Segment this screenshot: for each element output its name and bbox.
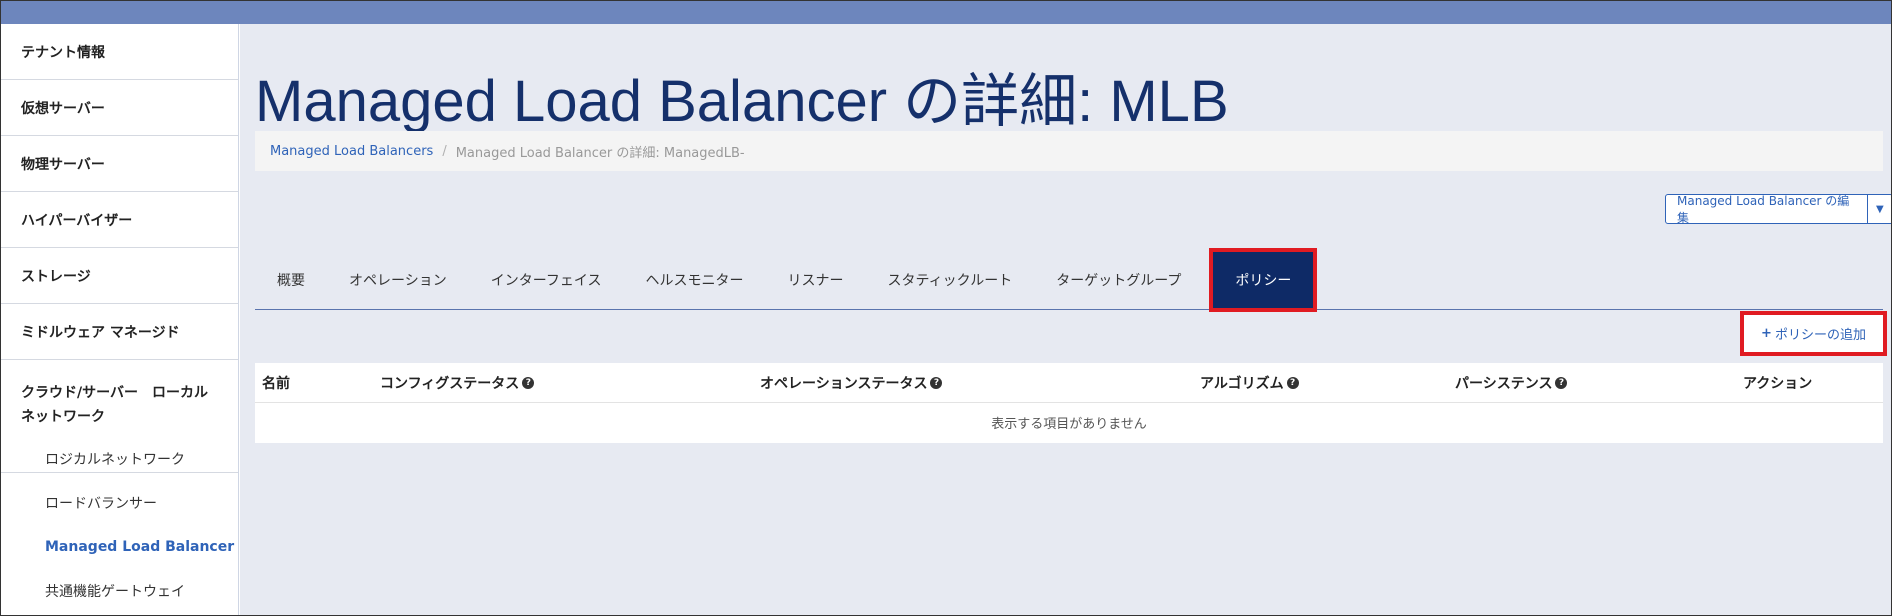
sidebar-item-middleware-managed[interactable]: ミドルウェア マネージド — [1, 304, 238, 360]
add-policy-label: ポリシーの追加 — [1774, 328, 1866, 343]
sidebar-item-storage[interactable]: ストレージ — [1, 248, 238, 304]
empty-table-row: 表示する項目がありません — [255, 403, 1883, 441]
sidebar-item-physical-server[interactable]: 物理サーバー — [1, 136, 238, 192]
breadcrumb-separator: / — [442, 143, 447, 159]
main-content: Managed Load Balancer の詳細: MLB Managed L… — [240, 24, 1891, 615]
breadcrumb-current: Managed Load Balancer の詳細: ManagedLB- — [455, 145, 745, 161]
tab-bar: 概要 オペレーション インターフェイス ヘルスモニター リスナー スタティックル… — [255, 248, 1883, 312]
tab-health-monitors[interactable]: ヘルスモニター — [623, 250, 765, 309]
top-bar — [1, 1, 1891, 24]
column-header-persistence[interactable]: パーシステンス ? — [1455, 363, 1568, 403]
column-header-operation-status[interactable]: オペレーションステータス ? — [760, 363, 943, 403]
edit-button-group: Managed Load Balancer の編集 ▼ — [1665, 194, 1891, 225]
column-header-operation-status-label: オペレーションステータス — [760, 376, 928, 392]
column-header-action-label: アクション — [1743, 376, 1813, 392]
help-icon[interactable]: ? — [1555, 377, 1568, 389]
column-header-name-label: 名前 — [262, 376, 290, 392]
column-header-config-status-label: コンフィグステータス — [380, 376, 520, 392]
chevron-down-icon[interactable]: ▼ — [1867, 194, 1891, 224]
sidebar: テナント情報 仮想サーバー 物理サーバー ハイパーバイザー ストレージ ミドルウ… — [1, 24, 239, 615]
policies-table: 名前 コンフィグステータス ? オペレーションステータス ? アルゴリズム ? … — [255, 363, 1883, 443]
help-icon[interactable]: ? — [930, 377, 943, 389]
breadcrumb-link-managed-load-balancers[interactable]: Managed Load Balancers — [270, 144, 433, 159]
tab-target-groups[interactable]: ターゲットグループ — [1034, 250, 1203, 309]
empty-message: 表示する項目がありません — [991, 416, 1147, 432]
column-header-algorithm-label: アルゴリズム — [1200, 376, 1284, 392]
column-header-config-status[interactable]: コンフィグステータス ? — [380, 363, 535, 403]
plus-icon: + — [1761, 326, 1772, 341]
sidebar-subitem-logical-network[interactable]: ロジカルネットワーク — [1, 437, 238, 481]
sidebar-subitem-common-gateway[interactable]: 共通機能ゲートウェイ — [1, 569, 238, 613]
tab-listeners[interactable]: リスナー — [765, 250, 865, 309]
app-window: テナント情報 仮想サーバー 物理サーバー ハイパーバイザー ストレージ ミドルウ… — [0, 0, 1892, 616]
tab-interfaces[interactable]: インターフェイス — [469, 250, 624, 309]
edit-load-balancer-button[interactable]: Managed Load Balancer の編集 — [1665, 194, 1868, 225]
tab-policies[interactable]: ポリシー — [1209, 248, 1318, 312]
tab-static-routes[interactable]: スタティックルート — [865, 250, 1034, 309]
sidebar-item-tenant-info[interactable]: テナント情報 — [1, 24, 238, 80]
breadcrumb: Managed Load Balancers / Managed Load Ba… — [255, 131, 1883, 171]
tab-overview[interactable]: 概要 — [255, 250, 327, 309]
column-header-algorithm[interactable]: アルゴリズム ? — [1200, 363, 1299, 403]
sidebar-subitem-load-balancer[interactable]: ロードバランサー — [1, 481, 238, 525]
page-title: Managed Load Balancer の詳細: MLB — [255, 69, 1229, 134]
add-policy-button[interactable]: + ポリシーの追加 — [1740, 311, 1887, 356]
sidebar-item-virtual-server[interactable]: 仮想サーバー — [1, 80, 238, 136]
table-header: 名前 コンフィグステータス ? オペレーションステータス ? アルゴリズム ? … — [255, 363, 1883, 403]
help-icon[interactable]: ? — [1286, 377, 1299, 389]
column-header-action: アクション — [1743, 363, 1812, 403]
column-header-name[interactable]: 名前 — [262, 363, 290, 403]
tab-operations[interactable]: オペレーション — [327, 250, 469, 309]
help-icon[interactable]: ? — [522, 377, 535, 389]
sidebar-subitem-managed-load-balancer[interactable]: Managed Load Balancer — [1, 525, 238, 569]
sidebar-item-hypervisor[interactable]: ハイパーバイザー — [1, 192, 238, 248]
column-header-persistence-label: パーシステンス — [1455, 376, 1553, 392]
